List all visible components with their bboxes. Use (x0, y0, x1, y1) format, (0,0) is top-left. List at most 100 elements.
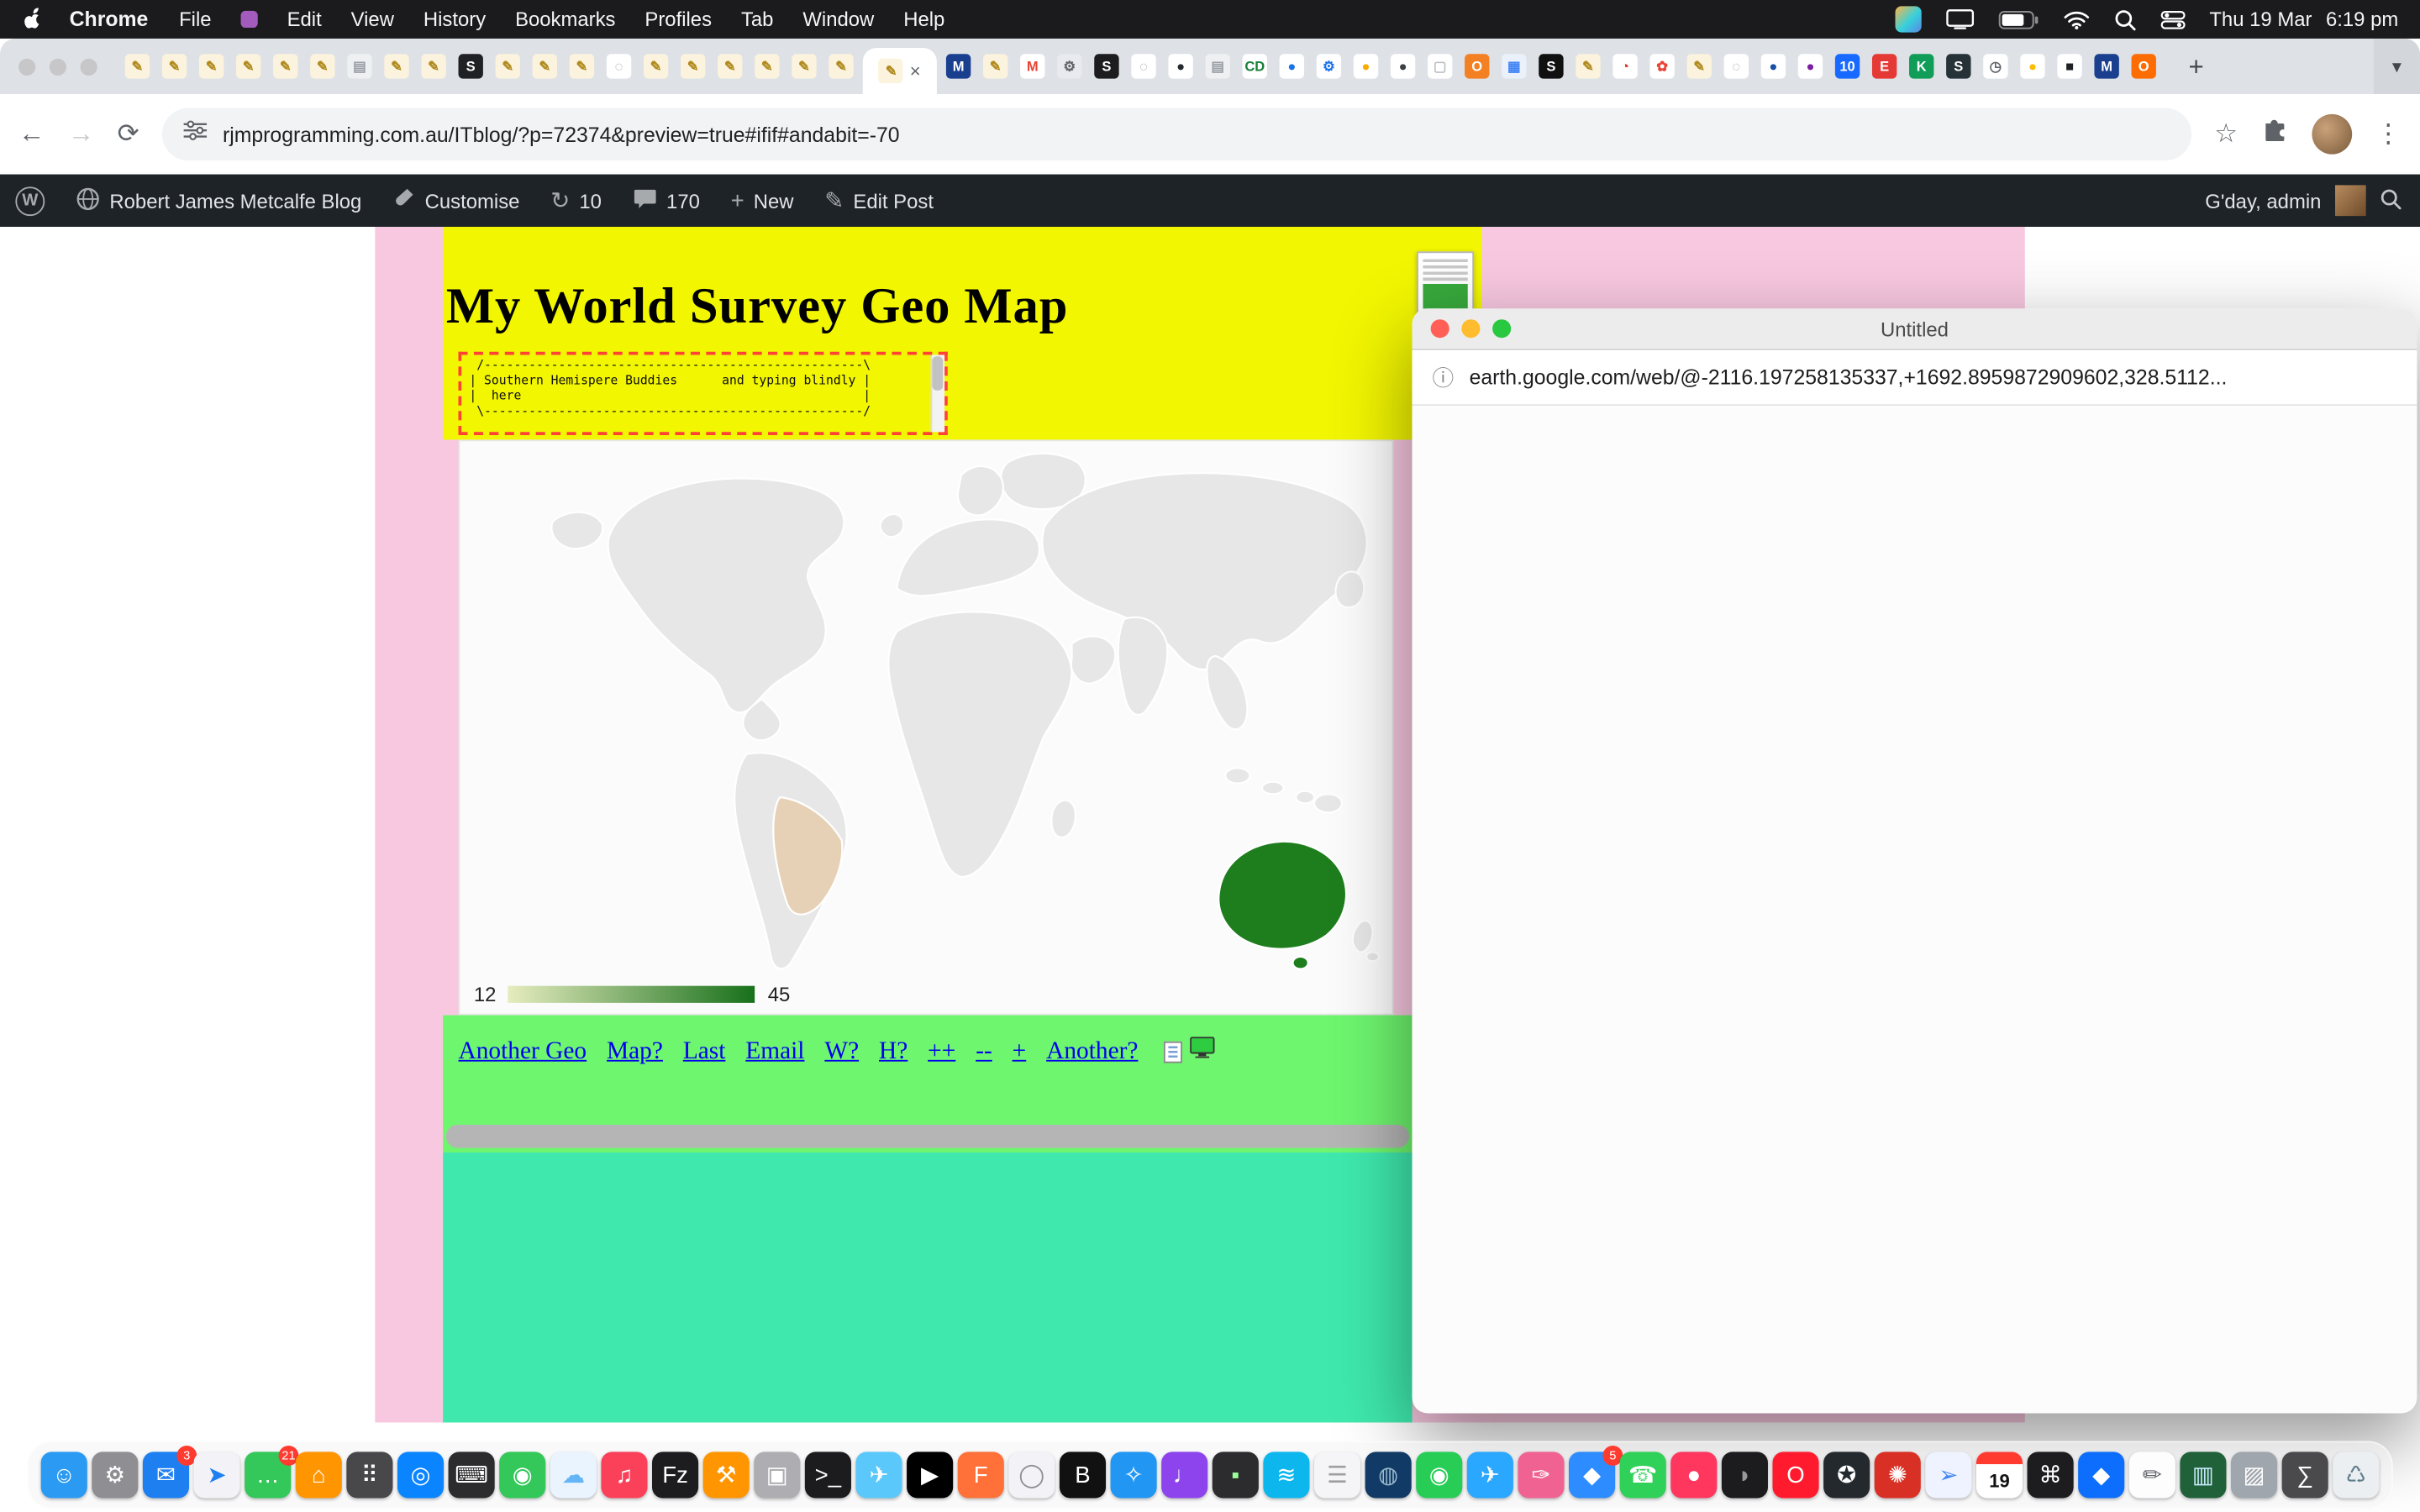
post-link-3[interactable]: Email (745, 1037, 804, 1065)
browser-tab[interactable]: M (940, 39, 977, 94)
dock-trash-icon[interactable]: ♺ (2333, 1452, 2379, 1498)
menu-bookmarks[interactable]: Bookmarks (515, 8, 615, 31)
dock-app-icon[interactable]: …21 (245, 1452, 291, 1498)
browser-tab[interactable]: ◌ (1718, 39, 1754, 94)
dock-app-icon[interactable]: ≋ (1263, 1452, 1309, 1498)
browser-tab[interactable]: ● (1162, 39, 1199, 94)
dock-app-icon[interactable]: ✧ (1111, 1452, 1157, 1498)
browser-tab[interactable]: ▦ (1496, 39, 1533, 94)
dock-app-icon[interactable]: F (958, 1452, 1004, 1498)
menu-history[interactable]: History (424, 8, 486, 31)
dock-app-icon[interactable]: ⚒ (703, 1452, 750, 1498)
browser-tab[interactable]: ✎ (786, 39, 823, 94)
extensions-icon[interactable] (2261, 117, 2289, 152)
screen-recording-indicator-icon[interactable] (240, 11, 257, 28)
dock-app-icon[interactable]: ▶ (907, 1452, 953, 1498)
browser-tab[interactable]: ● (1754, 39, 1791, 94)
apple-menu-icon[interactable] (22, 8, 42, 31)
tab-close-icon[interactable]: × (910, 60, 921, 82)
dock-calendar-icon[interactable]: 19 (1976, 1452, 2023, 1498)
dock-app-icon[interactable]: ✪ (1823, 1452, 1870, 1498)
dock-app-icon[interactable]: ☁ (550, 1452, 597, 1498)
browser-menu-icon[interactable]: ⋮ (2375, 118, 2402, 150)
dock-app-icon[interactable]: ⚙ (92, 1452, 138, 1498)
admin-updates[interactable]: ↻ 10 (535, 175, 617, 227)
dock-app-icon[interactable]: >_ (805, 1452, 851, 1498)
dock-app-icon[interactable]: ◉ (1416, 1452, 1462, 1498)
browser-tab[interactable]: CD (1236, 39, 1273, 94)
spotlight-search-icon[interactable] (2113, 8, 2135, 30)
post-link-1[interactable]: Map? (607, 1037, 663, 1065)
browser-tab[interactable]: ✎ (489, 39, 526, 94)
browser-tab[interactable]: S (1533, 39, 1570, 94)
back-button[interactable]: ← (18, 118, 45, 150)
dock-app-icon[interactable]: ◆ (2078, 1452, 2124, 1498)
dock-app-icon[interactable]: ✏ (2129, 1452, 2175, 1498)
post-link-8[interactable]: + (1013, 1037, 1027, 1065)
browser-tab[interactable]: ▢ (1422, 39, 1459, 94)
dock-app-icon[interactable]: ◉ (499, 1452, 545, 1498)
browser-tab[interactable]: ● (1273, 39, 1310, 94)
profile-avatar[interactable] (2312, 114, 2352, 155)
browser-tab[interactable]: ▤ (341, 39, 378, 94)
dock-app-icon[interactable]: B (1060, 1452, 1106, 1498)
monitor-icon[interactable] (1191, 1037, 1215, 1066)
browser-tab[interactable]: M (2088, 39, 2125, 94)
world-geochart[interactable] (460, 441, 1392, 978)
dock-app-icon[interactable]: ◯ (1008, 1452, 1055, 1498)
dock-app-icon[interactable]: ☰ (1314, 1452, 1360, 1498)
dock-app-icon[interactable]: ➢ (1925, 1452, 1971, 1498)
textarea-scrollbar-thumb[interactable] (932, 356, 943, 390)
browser-tab[interactable]: S (1940, 39, 1977, 94)
browser-tab[interactable]: ✎ (415, 39, 452, 94)
browser-tab[interactable]: ✎ (823, 39, 860, 94)
earth-zoom-button[interactable] (1492, 319, 1511, 338)
dock-app-icon[interactable]: ✺ (1875, 1452, 1921, 1498)
status-photo-icon[interactable] (1895, 6, 1921, 32)
dock-app-icon[interactable]: ☺ (41, 1452, 87, 1498)
dock-app-icon[interactable]: ◆5 (1569, 1452, 1615, 1498)
dock-app-icon[interactable]: ✑ (1518, 1452, 1564, 1498)
browser-tab[interactable]: ✎ (304, 39, 341, 94)
dock-app-icon[interactable]: ◍ (1365, 1452, 1412, 1498)
browser-tab[interactable]: O (1459, 39, 1496, 94)
bookmark-star-icon[interactable]: ☆ (2214, 118, 2238, 150)
browser-tab[interactable]: ● (1347, 39, 1384, 94)
browser-tab[interactable]: ✎ (1681, 39, 1718, 94)
dock-app-icon[interactable]: ✈ (855, 1452, 902, 1498)
menu-edit[interactable]: Edit (287, 8, 322, 31)
browser-tab[interactable]: ✎ (712, 39, 749, 94)
browser-tab[interactable]: ● (1385, 39, 1422, 94)
earth-minimize-button[interactable] (1461, 319, 1480, 338)
survey-textarea[interactable]: /---------------------------------------… (459, 352, 948, 435)
browser-tab[interactable]: ✎ (378, 39, 415, 94)
new-tab-button[interactable]: + (2175, 46, 2217, 89)
browser-tab[interactable]: S (1088, 39, 1125, 94)
dock-app-icon[interactable]: ✈ (1467, 1452, 1513, 1498)
browser-tab[interactable]: M (1014, 39, 1051, 94)
post-link-6[interactable]: ++ (928, 1037, 955, 1065)
browser-tab[interactable]: ● (1791, 39, 1828, 94)
active-app-name[interactable]: Chrome (70, 8, 149, 31)
browser-tab[interactable]: O (2125, 39, 2162, 94)
battery-icon[interactable] (1998, 10, 2039, 29)
browser-tab[interactable]: E (1866, 39, 1903, 94)
menu-tab[interactable]: Tab (741, 8, 774, 31)
browser-tab[interactable]: ✎ (118, 39, 155, 94)
admin-avatar[interactable] (2335, 185, 2366, 216)
tab-search-chevron[interactable]: ▾ (2374, 39, 2420, 94)
browser-tab[interactable]: ◌ (1125, 39, 1162, 94)
menu-file[interactable]: File (179, 8, 211, 31)
dock-app-icon[interactable]: ➤ (194, 1452, 240, 1498)
wordpress-logo[interactable]: W (0, 175, 60, 227)
browser-tab[interactable]: ⚙ (1310, 39, 1347, 94)
dock-app-icon[interactable]: O (1772, 1452, 1818, 1498)
doc-thumbnail-icon[interactable] (1165, 1041, 1183, 1063)
dock-app-icon[interactable]: ∑ (2282, 1452, 2328, 1498)
post-link-2[interactable]: Last (683, 1037, 726, 1065)
admin-customise[interactable]: Customise (377, 175, 535, 227)
dock-app-icon[interactable]: ⠿ (346, 1452, 392, 1498)
browser-tab[interactable]: ✎ (675, 39, 712, 94)
admin-new[interactable]: + New (715, 175, 809, 227)
dock-app-icon[interactable]: ▨ (2231, 1452, 2277, 1498)
